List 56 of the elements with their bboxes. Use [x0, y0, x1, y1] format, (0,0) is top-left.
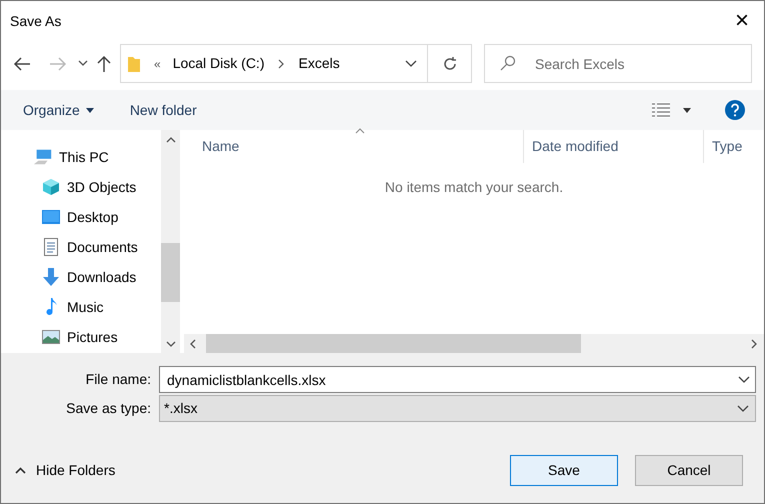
scroll-right-icon[interactable]	[751, 338, 757, 348]
sidebar-item[interactable]: Desktop	[67, 206, 118, 228]
scrollbar-thumb[interactable]	[161, 243, 180, 302]
up-arrow-icon[interactable]	[97, 54, 111, 72]
chevron-down-icon[interactable]	[737, 404, 749, 412]
caret-icon[interactable]	[683, 108, 691, 112]
back-arrow-icon[interactable]	[13, 56, 31, 70]
new-folder-button[interactable]: New folder	[130, 100, 197, 120]
scrollbar-thumb[interactable]	[206, 334, 581, 353]
dialog-button[interactable]: Save	[510, 455, 618, 486]
empty-message: No items match your search.	[384, 178, 564, 197]
search-icon	[500, 55, 516, 71]
save-as-type-label: Save as type:	[65, 399, 151, 418]
monitor-icon	[42, 210, 60, 224]
file-name-label: File name:	[84, 370, 151, 389]
view-options-icon[interactable]	[651, 102, 671, 118]
file-name-field[interactable]: dynamiclistblankcells.xlsx	[159, 366, 756, 393]
document-icon	[44, 238, 58, 256]
scroll-down-icon[interactable]	[166, 341, 176, 347]
music-note-icon	[45, 298, 57, 316]
overflow-chevrons[interactable]: «	[154, 54, 161, 72]
sidebar-item[interactable]: Documents	[67, 236, 138, 258]
save-as-type-dropdown[interactable]: *.xlsx	[159, 395, 756, 422]
folder-icon	[128, 56, 140, 72]
sidebar-item[interactable]: Pictures	[67, 326, 118, 348]
refresh-icon[interactable]	[442, 56, 458, 72]
cube-icon	[42, 178, 60, 196]
down-arrow-icon	[42, 268, 60, 286]
breadcrumb[interactable]: Excels	[298, 53, 340, 74]
help-icon[interactable]	[725, 100, 745, 120]
search-field[interactable]: Search Excels	[484, 44, 752, 83]
sort-up-icon	[355, 128, 365, 134]
caret-icon	[86, 108, 94, 112]
sidebar-item[interactable]: This PC	[59, 146, 109, 168]
computer-icon	[33, 148, 53, 166]
column-header[interactable]: Name	[184, 130, 524, 163]
column-header[interactable]: Date modified	[524, 130, 704, 163]
window-title: Save As	[10, 12, 62, 30]
landscape-icon	[42, 330, 60, 344]
sidebar-item[interactable]: Downloads	[67, 266, 136, 288]
organize-menu[interactable]: Organize	[23, 100, 94, 120]
sidebar-item[interactable]: 3D Objects	[67, 176, 136, 198]
scroll-left-icon[interactable]	[190, 338, 196, 348]
chevron-down-icon[interactable]	[78, 60, 88, 67]
hide-folders-button[interactable]: Hide Folders	[15, 460, 116, 481]
scroll-up-icon[interactable]	[166, 137, 176, 143]
address-bar[interactable]: « Local Disk (C:) Excels	[120, 44, 472, 83]
column-header[interactable]: Type	[704, 130, 764, 163]
breadcrumb[interactable]: Local Disk (C:)	[172, 53, 264, 74]
close-button[interactable]: ×	[730, 9, 754, 33]
chevron-down-icon[interactable]	[405, 60, 417, 68]
chevron-right-icon[interactable]	[278, 58, 284, 68]
chevron-up-icon	[15, 467, 26, 474]
chevron-down-icon[interactable]	[738, 376, 750, 384]
dialog-button[interactable]: Cancel	[635, 455, 743, 486]
sidebar-item[interactable]: Music	[67, 296, 104, 318]
